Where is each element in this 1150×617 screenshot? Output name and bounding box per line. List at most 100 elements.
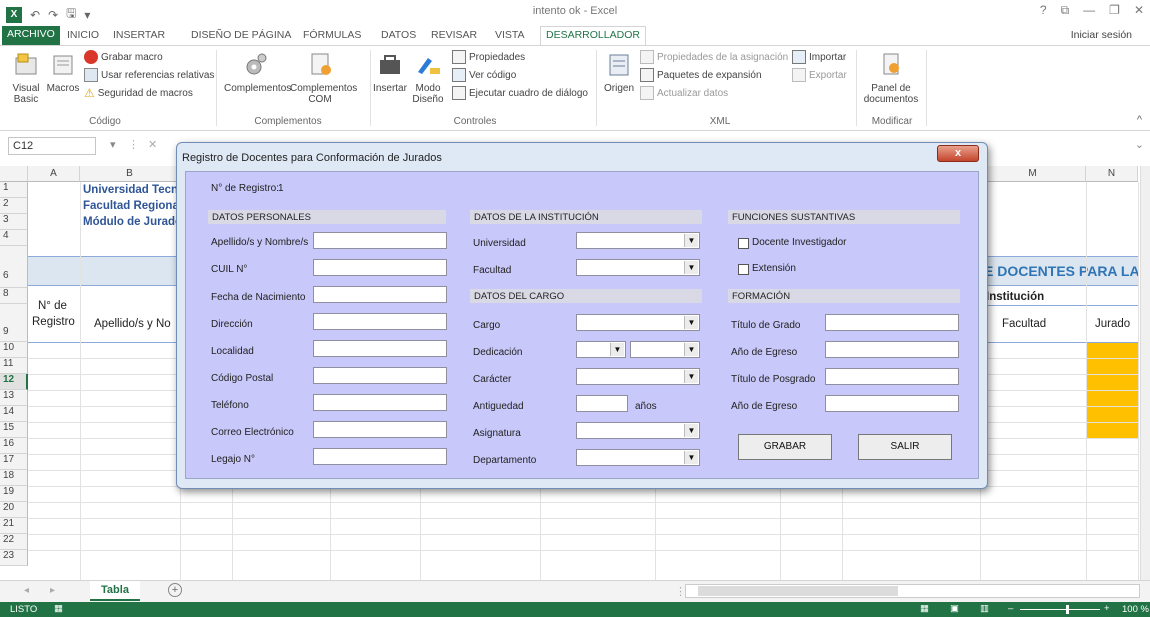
input-direccion[interactable] [313, 313, 447, 330]
cell-b3[interactable]: Módulo de Jurado [83, 216, 182, 228]
vertical-scrollbar[interactable] [1140, 166, 1150, 580]
row-header[interactable]: 23 [0, 550, 28, 566]
row-header[interactable]: 20 [0, 502, 28, 518]
row-header[interactable]: 3 [0, 214, 28, 230]
row-header[interactable]: 11 [0, 358, 28, 374]
chevron-down-icon[interactable]: ▼ [684, 234, 698, 247]
input-legajo[interactable] [313, 448, 447, 465]
input-titulo-posgrado[interactable] [825, 368, 959, 385]
tab-insertar[interactable]: INSERTAR [108, 27, 170, 43]
input-cuil[interactable] [313, 259, 447, 276]
select-cargo[interactable]: ▼ [576, 314, 700, 331]
row-header[interactable]: 6 [0, 246, 28, 288]
insertar-control-button[interactable]: Insertar [372, 52, 408, 94]
chevron-down-icon[interactable]: ▼ [684, 370, 698, 383]
exportar-button[interactable]: Exportar [792, 68, 847, 82]
seguridad-macros-button[interactable]: ⚠ Seguridad de macros [84, 86, 193, 100]
row-header[interactable]: 14 [0, 406, 28, 422]
propiedades-button[interactable]: Propiedades [452, 50, 525, 64]
chevron-down-icon[interactable]: ▼ [684, 424, 698, 437]
column-header-m[interactable]: M [980, 166, 1086, 182]
macros-button[interactable]: Macros [46, 52, 80, 94]
input-correo[interactable] [313, 421, 447, 438]
macro-record-icon[interactable]: ▦ [54, 603, 63, 614]
prev-sheet-icon[interactable]: ◂ [24, 585, 29, 596]
dialog-close-button[interactable]: x [937, 145, 979, 162]
select-caracter[interactable]: ▼ [576, 368, 700, 385]
row-header[interactable]: 18 [0, 470, 28, 486]
new-sheet-icon[interactable]: + [168, 583, 182, 597]
input-fecha-nacimiento[interactable] [313, 286, 447, 303]
modo-diseno-button[interactable]: Modo Diseño [410, 52, 446, 105]
panel-documentos-button[interactable]: Panel de documentos [860, 52, 922, 105]
close-window-icon[interactable]: ✕ [1134, 3, 1144, 18]
importar-button[interactable]: Importar [792, 50, 846, 64]
paquetes-expansion-button[interactable]: Paquetes de expansión [640, 68, 762, 82]
select-dedicacion-1[interactable]: ▼ [576, 341, 626, 358]
select-departamento[interactable]: ▼ [576, 449, 700, 466]
origen-button[interactable]: Origen [602, 52, 636, 94]
page-break-view-icon[interactable]: ▥ [980, 603, 989, 614]
tab-inicio[interactable]: INICIO [62, 27, 104, 43]
name-box[interactable]: C12 [8, 137, 96, 155]
tab-diseno-pagina[interactable]: DISEÑO DE PÁGINA [186, 27, 296, 43]
ver-codigo-button[interactable]: Ver código [452, 68, 516, 82]
tab-revisar[interactable]: REVISAR [426, 27, 482, 43]
row-header[interactable]: 15 [0, 422, 28, 438]
zoom-slider[interactable] [1020, 609, 1100, 610]
help-icon[interactable]: ? [1040, 3, 1047, 18]
input-codigo-postal[interactable] [313, 367, 447, 384]
row-header[interactable]: 4 [0, 230, 28, 246]
row-header[interactable]: 13 [0, 390, 28, 406]
column-header-b[interactable]: B [80, 166, 180, 182]
chevron-down-icon[interactable]: ▼ [684, 316, 698, 329]
horizontal-scrollbar[interactable] [685, 584, 1140, 598]
zoom-level[interactable]: 100 % [1122, 604, 1149, 615]
input-apellido[interactable] [313, 232, 447, 249]
chevron-down-icon[interactable]: ▼ [684, 451, 698, 464]
name-box-dropdown-icon[interactable]: ▾ [110, 138, 116, 151]
row-header[interactable]: 19 [0, 486, 28, 502]
page-layout-view-icon[interactable]: ▣ [950, 603, 959, 614]
actualizar-datos-button[interactable]: Actualizar datos [640, 86, 728, 100]
select-all-corner[interactable] [0, 166, 28, 182]
expand-formula-icon[interactable]: ⌄ [1135, 138, 1144, 151]
normal-view-icon[interactable]: ▦ [920, 603, 929, 614]
zoom-out-icon[interactable]: – [1008, 603, 1013, 614]
restore-icon[interactable]: ❐ [1109, 3, 1120, 18]
zoom-slider-thumb[interactable] [1066, 605, 1069, 614]
select-dedicacion-2[interactable]: ▼ [630, 341, 700, 358]
tab-formulas[interactable]: FÓRMULAS [298, 27, 366, 43]
row-header[interactable]: 17 [0, 454, 28, 470]
row-header[interactable]: 2 [0, 198, 28, 214]
tab-archivo[interactable]: ARCHIVO [2, 26, 60, 45]
row-header[interactable]: 16 [0, 438, 28, 454]
checkbox-docente-investigador[interactable] [738, 238, 749, 249]
chevron-down-icon[interactable]: ▼ [610, 343, 624, 356]
row-header[interactable]: 9 [0, 304, 28, 342]
row-header[interactable]: 8 [0, 288, 28, 304]
zoom-in-icon[interactable]: + [1104, 603, 1110, 614]
tab-vista[interactable]: VISTA [490, 27, 530, 43]
tab-datos[interactable]: DATOS [376, 27, 421, 43]
complementos-com-button[interactable]: Complementos COM [290, 52, 357, 105]
cell-b1[interactable]: Universidad Tecno [83, 184, 185, 196]
signin-link[interactable]: Iniciar sesión [1071, 29, 1132, 41]
grabar-button[interactable]: GRABAR [738, 434, 832, 460]
salir-button[interactable]: SALIR [858, 434, 952, 460]
checkbox-extension[interactable] [738, 264, 749, 275]
input-antiguedad[interactable] [576, 395, 628, 412]
propiedades-asignacion-button[interactable]: Propiedades de la asignación [640, 50, 788, 64]
input-localidad[interactable] [313, 340, 447, 357]
column-header-n[interactable]: N [1086, 166, 1138, 182]
cancel-formula-icon[interactable]: ✕ [148, 138, 157, 151]
ejecutar-dialogo-button[interactable]: Ejecutar cuadro de diálogo [452, 86, 588, 100]
row-header[interactable]: 21 [0, 518, 28, 534]
horizontal-scroll-thumb[interactable] [698, 586, 898, 596]
row-header-selected[interactable]: 12 [0, 374, 28, 390]
visual-basic-button[interactable]: Visual Basic [10, 52, 42, 105]
tab-desarrollador[interactable]: DESARROLLADOR [540, 26, 646, 47]
row-header[interactable]: 10 [0, 342, 28, 358]
collapse-ribbon-icon[interactable]: ^ [1137, 114, 1142, 126]
usar-referencias-button[interactable]: Usar referencias relativas [84, 68, 214, 82]
